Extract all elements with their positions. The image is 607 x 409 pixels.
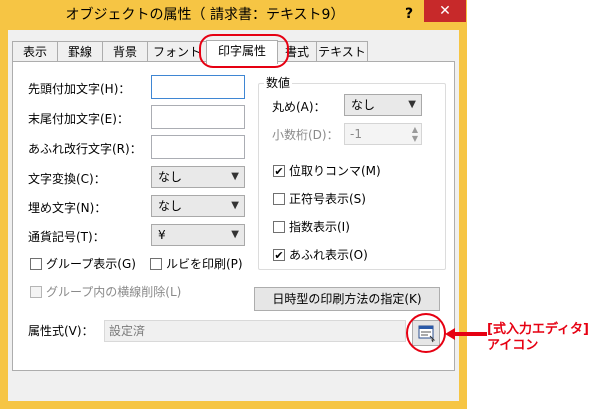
tab-background[interactable]: 背景 xyxy=(102,41,148,63)
suffix-input[interactable] xyxy=(151,105,245,129)
annotation-text: [式入力エディタ] アイコン xyxy=(487,322,589,354)
overflow-display-checkbox[interactable]: ✔ xyxy=(273,249,285,261)
decimal-places-stepper[interactable]: -1 ▲ ▼ xyxy=(344,123,422,145)
highlight-circle-icon xyxy=(406,313,446,353)
decimal-places-value: -1 xyxy=(350,127,362,141)
numeric-group-title: 数値 xyxy=(264,74,293,92)
ruby-print-checkbox[interactable] xyxy=(150,258,162,270)
attr-expr-field: 設定済 xyxy=(104,320,406,342)
plus-sign-checkbox[interactable] xyxy=(273,193,285,205)
annotation-line2: アイコン xyxy=(487,338,539,353)
window-title: オブジェクトの属性（ 請求書：テキスト9） xyxy=(65,7,345,23)
annotation-line1: [式入力エディタ] xyxy=(487,322,589,337)
tab-border[interactable]: 罫線 xyxy=(57,41,103,63)
help-button[interactable]: ? xyxy=(396,4,422,24)
group-line-delete-label: グループ内の横線削除(L) xyxy=(46,285,182,299)
ruby-print-label[interactable]: ルビを印刷(P) xyxy=(166,255,243,273)
overflow-newline-label: あふれ改行文字(R)： xyxy=(28,142,142,156)
tab-text[interactable]: テキスト xyxy=(316,41,368,63)
char-convert-label: 文字変換(C)： xyxy=(28,172,106,186)
comma-checkbox[interactable]: ✔ xyxy=(273,165,285,177)
overflow-newline-input[interactable] xyxy=(151,135,245,159)
rounding-select[interactable]: なし ▼ xyxy=(344,94,422,116)
currency-select[interactable]: ¥ ▼ xyxy=(151,224,245,246)
chevron-down-icon: ▼ xyxy=(231,171,239,182)
tab-display[interactable]: 表示 xyxy=(12,41,58,63)
chevron-down-icon: ▼ xyxy=(231,200,239,211)
tab-font[interactable]: フォント xyxy=(147,41,207,63)
prefix-label: 先頭付加文字(H)： xyxy=(28,82,131,96)
close-button[interactable]: ✕ xyxy=(424,0,466,22)
spin-arrows-icon: ▲ ▼ xyxy=(411,125,418,143)
exponent-label[interactable]: 指数表示(I) xyxy=(289,218,350,236)
currency-value: ¥ xyxy=(158,228,166,242)
arrow-left-icon xyxy=(445,328,487,340)
rounding-label: 丸め(A)： xyxy=(272,100,326,114)
suffix-label: 末尾付加文字(E)： xyxy=(28,112,129,126)
group-display-label[interactable]: グループ表示(G) xyxy=(46,255,136,273)
exponent-checkbox[interactable] xyxy=(273,221,285,233)
rounding-value: なし xyxy=(351,98,376,112)
fill-char-select[interactable]: なし ▼ xyxy=(151,195,245,217)
prefix-input[interactable] xyxy=(151,75,245,99)
currency-label: 通貨記号(T)： xyxy=(28,230,105,244)
plus-sign-label[interactable]: 正符号表示(S) xyxy=(289,190,366,208)
attr-expr-label: 属性式(V)： xyxy=(28,324,94,338)
decimal-places-label: 小数桁(D)： xyxy=(272,128,339,142)
date-print-format-button[interactable]: 日時型の印刷方法の指定(K) xyxy=(254,287,440,311)
char-convert-select[interactable]: なし ▼ xyxy=(151,166,245,188)
fill-char-label: 埋め文字(N)： xyxy=(28,201,107,215)
highlight-circle-tab xyxy=(199,34,289,68)
chevron-down-icon: ▼ xyxy=(231,229,239,240)
overflow-display-label[interactable]: あふれ表示(O) xyxy=(289,246,368,264)
chevron-down-icon: ▼ xyxy=(408,99,416,110)
fill-char-value: なし xyxy=(158,199,183,213)
char-convert-value: なし xyxy=(158,170,183,184)
comma-label[interactable]: 位取りコンマ(M) xyxy=(289,162,381,180)
group-line-delete-checkbox[interactable] xyxy=(30,286,42,298)
group-display-checkbox[interactable] xyxy=(30,258,42,270)
